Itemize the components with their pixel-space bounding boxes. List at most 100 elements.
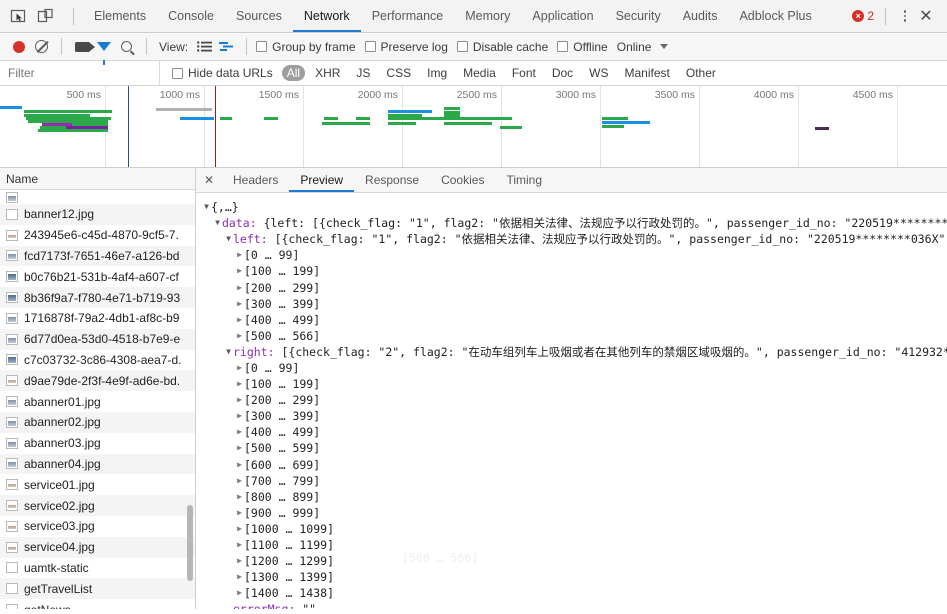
filter-type-manifest[interactable]: Manifest bbox=[619, 65, 676, 81]
request-list-item[interactable]: service02.jpg bbox=[0, 495, 195, 516]
waterfall-view-icon[interactable] bbox=[215, 36, 237, 58]
request-list-item[interactable]: 243945e6-c45d-4870-9cf5-7. bbox=[0, 225, 195, 246]
record-button[interactable] bbox=[8, 36, 30, 58]
chevron-down-icon[interactable]: ▼ bbox=[224, 231, 233, 247]
request-list-item[interactable]: service03.jpg bbox=[0, 516, 195, 537]
close-devtools-icon[interactable]: ✕ bbox=[915, 5, 937, 27]
network-overview-timeline[interactable]: 500 ms 1000 ms 1500 ms 2000 ms 2500 ms 3000 m… bbox=[0, 86, 947, 168]
preview-json-tree[interactable]: ▼ {,…} ▼ data: {left: [{check_flag: "1", fl… bbox=[196, 193, 947, 609]
json-tree-row[interactable]: ▶ [0 … 99] bbox=[202, 360, 947, 376]
checkbox-preserve-log[interactable]: Preserve log bbox=[364, 40, 448, 54]
chevron-right-icon[interactable]: ▶ bbox=[235, 537, 244, 553]
json-tree-row[interactable]: ▶ [200 … 299] bbox=[202, 279, 947, 295]
panel-tab-security[interactable]: Security bbox=[605, 0, 672, 32]
request-list-item[interactable]: uamtk-static bbox=[0, 558, 195, 579]
json-tree-row[interactable]: ▶ [500 … 599] bbox=[202, 440, 947, 456]
chevron-right-icon[interactable]: ▶ bbox=[235, 376, 244, 392]
request-list-item[interactable]: banner12.jpg bbox=[0, 204, 195, 225]
request-list-item[interactable]: abanner04.jpg bbox=[0, 453, 195, 475]
details-tab-preview[interactable]: Preview bbox=[289, 168, 354, 192]
json-tree-row[interactable]: ▶ [400 … 499] bbox=[202, 312, 947, 328]
chevron-down-icon[interactable]: ▼ bbox=[224, 344, 233, 360]
filter-input[interactable] bbox=[0, 61, 160, 85]
error-count-badge[interactable]: × 2 bbox=[852, 9, 874, 23]
device-toolbar-icon[interactable] bbox=[37, 8, 54, 25]
json-tree-row[interactable]: ▶ [300 … 399] bbox=[202, 296, 947, 312]
request-list-item[interactable]: service01.jpg bbox=[0, 474, 195, 495]
request-list-item[interactable]: c7c03732-3c86-4308-aea7-d. bbox=[0, 350, 195, 371]
clear-button[interactable] bbox=[30, 36, 52, 58]
request-list-item[interactable]: d9ae79de-2f3f-4e9f-ad6e-bd. bbox=[0, 370, 195, 392]
panel-tab-audits[interactable]: Audits bbox=[672, 0, 729, 32]
panel-tab-adblock-plus[interactable]: Adblock Plus bbox=[728, 0, 822, 32]
json-tree-row[interactable]: ▶ [300 … 399] bbox=[202, 408, 947, 424]
capture-screenshots-icon[interactable] bbox=[71, 36, 95, 58]
details-tab-timing[interactable]: Timing bbox=[495, 168, 553, 192]
chevron-right-icon[interactable]: ▶ bbox=[235, 585, 244, 601]
panel-tab-sources[interactable]: Sources bbox=[225, 0, 293, 32]
inspect-element-icon[interactable] bbox=[10, 8, 27, 25]
request-list-item[interactable]: fcd7173f-7651-46e7-a126-bd bbox=[0, 245, 195, 267]
request-list-item[interactable]: getTravelList bbox=[0, 578, 195, 600]
close-details-icon[interactable]: ✕ bbox=[196, 168, 222, 192]
json-tree-row[interactable]: ▶ [1200 … 1299] bbox=[202, 553, 947, 569]
json-tree-row[interactable]: ▶ [900 … 999] bbox=[202, 505, 947, 521]
json-tree-row[interactable]: ▶ [800 … 899] bbox=[202, 489, 947, 505]
filter-type-media[interactable]: Media bbox=[457, 65, 502, 81]
chevron-right-icon[interactable]: ▶ bbox=[235, 392, 244, 408]
request-list-item[interactable]: getNews bbox=[0, 599, 195, 609]
request-list-item[interactable]: service04.jpg bbox=[0, 536, 195, 558]
json-tree-row[interactable]: ▶ [600 … 699] bbox=[202, 457, 947, 473]
json-tree-row[interactable]: ▶ [500 … 566] bbox=[202, 328, 947, 344]
chevron-right-icon[interactable]: ▶ bbox=[235, 263, 244, 279]
requests-sidebar[interactable]: Name banner12.jpg 243945e6-c45d-4870-9cf5… bbox=[0, 168, 196, 609]
request-list-item[interactable]: 8b36f9a7-f780-4e71-b719-93 bbox=[0, 287, 195, 308]
chevron-right-icon[interactable]: ▶ bbox=[235, 312, 244, 328]
panel-tab-elements[interactable]: Elements bbox=[83, 0, 157, 32]
panel-tab-network[interactable]: Network bbox=[293, 0, 361, 32]
json-tree-row[interactable]: ▶ [1000 … 1099] bbox=[202, 521, 947, 537]
hide-data-urls-checkbox[interactable]: Hide data URLs bbox=[172, 66, 273, 80]
filter-type-other[interactable]: Other bbox=[680, 65, 722, 81]
json-tree-row[interactable]: ▶ [100 … 199] bbox=[202, 376, 947, 392]
json-tree-row[interactable]: ▶ [1400 … 1438] bbox=[202, 585, 947, 601]
chevron-down-icon[interactable] bbox=[660, 44, 669, 49]
chevron-right-icon[interactable]: ▶ bbox=[235, 280, 244, 296]
chevron-right-icon[interactable]: ▶ bbox=[235, 489, 244, 505]
panel-tab-application[interactable]: Application bbox=[521, 0, 604, 32]
filter-type-js[interactable]: JS bbox=[350, 65, 376, 81]
json-tree-row[interactable]: ▼ left: [{check_flag: "1", flag2: "依据相关法律… bbox=[202, 231, 947, 247]
details-tab-headers[interactable]: Headers bbox=[222, 168, 289, 192]
chevron-right-icon[interactable]: ▶ bbox=[235, 440, 244, 456]
request-list-item[interactable]: abanner03.jpg bbox=[0, 433, 195, 454]
request-list-item[interactable]: 1716878f-79a2-4db1-af8c-b9 bbox=[0, 308, 195, 329]
json-tree-row[interactable]: ▼ data: {left: [{check_flag: "1", flag2: … bbox=[202, 215, 947, 231]
throttle-value[interactable]: Online bbox=[617, 40, 652, 54]
panel-tab-console[interactable]: Console bbox=[157, 0, 225, 32]
checkbox-group-by-frame[interactable]: Group by frame bbox=[256, 40, 356, 54]
chevron-right-icon[interactable]: ▶ bbox=[235, 328, 244, 344]
json-tree-row[interactable]: ▶ [200 … 299] bbox=[202, 392, 947, 408]
request-list-item[interactable]: abanner02.jpg bbox=[0, 411, 195, 433]
json-tree-row[interactable]: ▶ [0 … 99] bbox=[202, 247, 947, 263]
chevron-right-icon[interactable]: ▶ bbox=[235, 473, 244, 489]
panel-tab-performance[interactable]: Performance bbox=[361, 0, 455, 32]
json-tree-row[interactable]: ▶ [1100 … 1199] bbox=[202, 537, 947, 553]
json-tree-row[interactable]: ▶ [400 … 499] bbox=[202, 424, 947, 440]
chevron-right-icon[interactable]: ▶ bbox=[235, 569, 244, 585]
filter-type-all[interactable]: All bbox=[281, 65, 306, 81]
more-options-icon[interactable] bbox=[897, 7, 913, 25]
chevron-right-icon[interactable]: ▶ bbox=[235, 457, 244, 473]
request-list-item[interactable]: abanner01.jpg bbox=[0, 391, 195, 412]
search-icon[interactable] bbox=[115, 36, 137, 58]
chevron-right-icon[interactable]: ▶ bbox=[235, 505, 244, 521]
json-tree-row[interactable]: ▶ [100 … 199] bbox=[202, 263, 947, 279]
request-list-item[interactable] bbox=[0, 190, 195, 204]
chevron-down-icon[interactable]: ▼ bbox=[213, 215, 222, 231]
panel-tab-memory[interactable]: Memory bbox=[454, 0, 521, 32]
json-tree-row[interactable]: ▼ right: [{check_flag: "2", flag2: "在动车组列… bbox=[202, 344, 947, 360]
chevron-right-icon[interactable]: ▶ bbox=[235, 408, 244, 424]
checkbox-offline[interactable]: Offline bbox=[557, 40, 608, 54]
filter-type-font[interactable]: Font bbox=[506, 65, 542, 81]
json-tree-row[interactable]: errorMsg: "" bbox=[202, 601, 947, 609]
